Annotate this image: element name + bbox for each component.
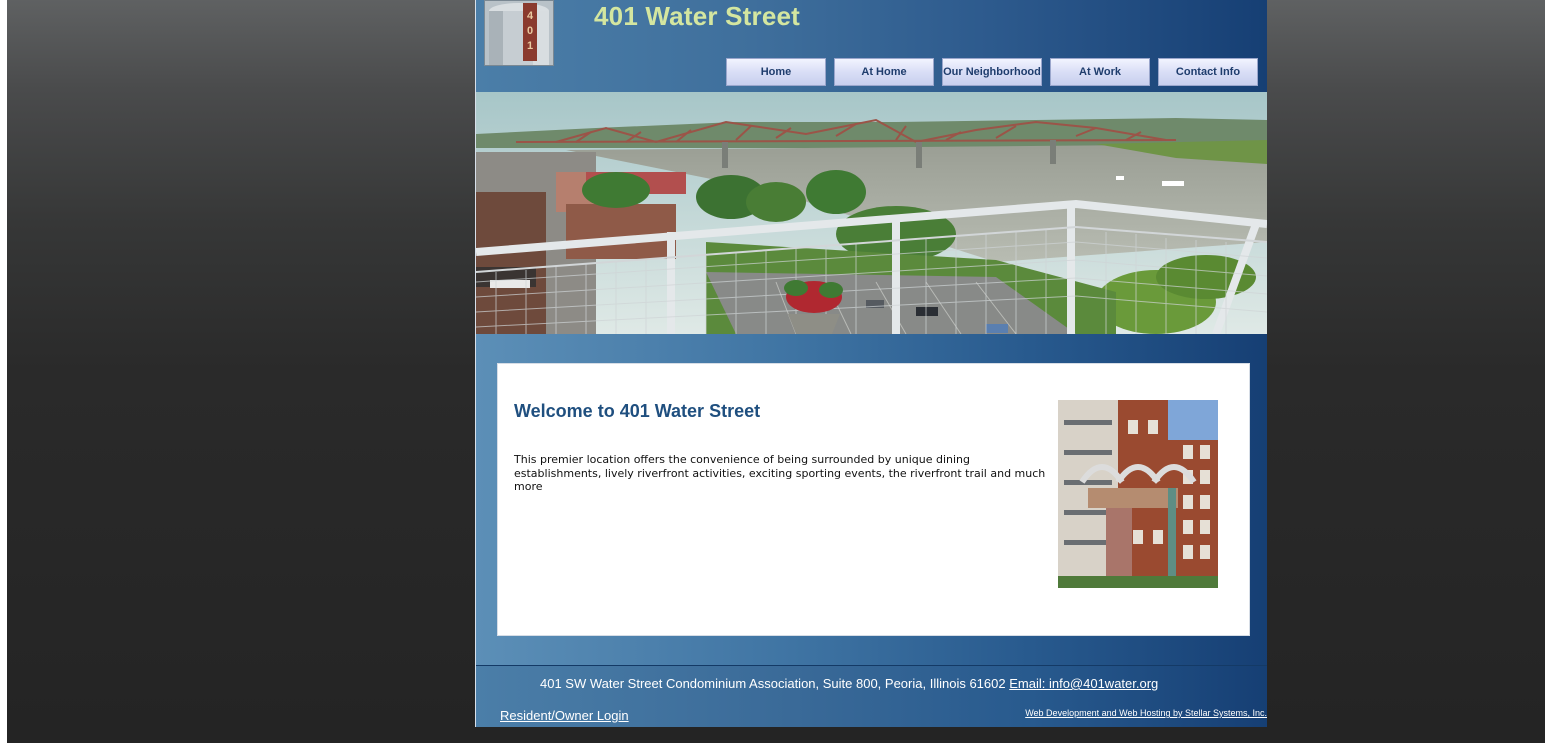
nav-at-home-button[interactable]: At Home [834, 58, 934, 86]
riverfront-bridge-photo [476, 92, 1267, 334]
svg-text:4: 4 [527, 10, 534, 22]
nav-our-neighborhood-button[interactable]: Our Neighborhood [942, 58, 1042, 86]
site-footer: 401 SW Water Street Condominium Associat… [476, 665, 1267, 727]
address-text: 401 SW Water Street Condominium Associat… [540, 676, 1006, 691]
email-link[interactable]: Email: info@401water.org [1009, 676, 1158, 691]
svg-text:0: 0 [527, 25, 533, 37]
hero-photo [476, 92, 1267, 334]
welcome-text: This premier location offers the conveni… [514, 453, 1046, 494]
nav-home-button[interactable]: Home [726, 58, 826, 86]
site-page: 4 0 1 401 Water Street Home At Home Our … [475, 0, 1267, 727]
welcome-heading: Welcome to 401 Water Street [514, 401, 761, 421]
content-band: Welcome to 401 Water Street This premier… [476, 334, 1267, 665]
nav-contact-info-button[interactable]: Contact Info [1158, 58, 1258, 86]
svg-text:1: 1 [527, 40, 533, 52]
building-sculpture-photo [1058, 400, 1218, 588]
site-header: 4 0 1 401 Water Street Home At Home Our … [476, 0, 1267, 92]
resident-owner-login-link[interactable]: Resident/Owner Login [500, 708, 629, 723]
nav-at-work-button[interactable]: At Work [1050, 58, 1150, 86]
web-development-credit-link[interactable]: Web Development and Web Hosting by Stell… [1025, 708, 1267, 718]
address-line: 401 SW Water Street Condominium Associat… [540, 676, 1158, 691]
welcome-panel: Welcome to 401 Water Street This premier… [497, 363, 1250, 636]
site-title: 401 Water Street [594, 1, 800, 31]
water-tower-logo-icon[interactable]: 4 0 1 [484, 0, 554, 66]
